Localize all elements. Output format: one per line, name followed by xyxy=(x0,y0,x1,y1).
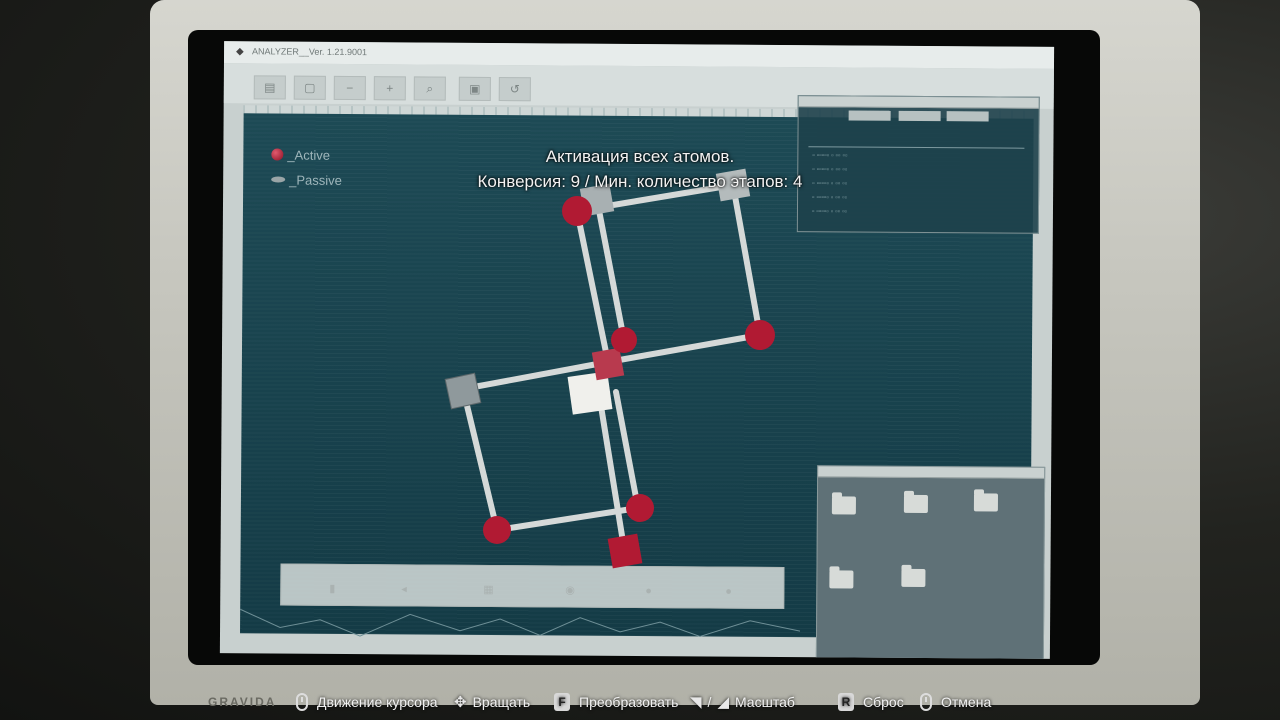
active-atom xyxy=(483,516,511,544)
active-atom-cube xyxy=(607,533,643,569)
passive-atom xyxy=(444,372,482,410)
mouse-right-icon xyxy=(920,693,932,711)
hint-label: Движение курсора xyxy=(317,694,438,710)
control-hints: Движение курсора ✥ Вращать F Преобразовать… xyxy=(0,686,1280,718)
key-r: R xyxy=(838,693,854,711)
active-atom xyxy=(562,196,592,226)
zoom-in-icon: ◥ xyxy=(690,694,702,711)
hint-separator: / xyxy=(707,694,712,710)
active-atom xyxy=(611,327,637,353)
hint-label: Отмена xyxy=(941,694,992,710)
hint-rotate: ✥ Вращать xyxy=(454,686,530,718)
conversion-status: Конверсия: 9 / Мин. количество этапов: 4 xyxy=(477,172,803,191)
hint-move-cursor: Движение курсора xyxy=(296,686,438,718)
hint-label: Вращать xyxy=(472,694,531,710)
hint-reset: R Сброс xyxy=(838,686,904,718)
objective-text: Активация всех атомов. xyxy=(545,147,735,166)
active-atom xyxy=(626,494,654,522)
hint-transform: F Преобразовать xyxy=(554,686,678,718)
hint-label: Преобразовать xyxy=(579,694,679,710)
molecule-structure xyxy=(444,168,775,569)
bond xyxy=(613,389,641,511)
active-atom-cube xyxy=(591,347,625,381)
hint-label: Сброс xyxy=(863,694,904,710)
active-atom xyxy=(745,320,775,350)
hint-cancel: Отмена xyxy=(920,686,991,718)
rotate-icon: ✥ xyxy=(454,694,467,711)
hint-zoom: ◥ / ◢ Масштаб xyxy=(690,686,795,718)
bond xyxy=(460,386,500,533)
bond xyxy=(730,182,763,338)
zoom-out-icon: ◢ xyxy=(717,694,729,711)
hint-label: Масштаб xyxy=(734,694,795,710)
mouse-icon xyxy=(296,693,308,711)
key-f: F xyxy=(554,693,570,711)
